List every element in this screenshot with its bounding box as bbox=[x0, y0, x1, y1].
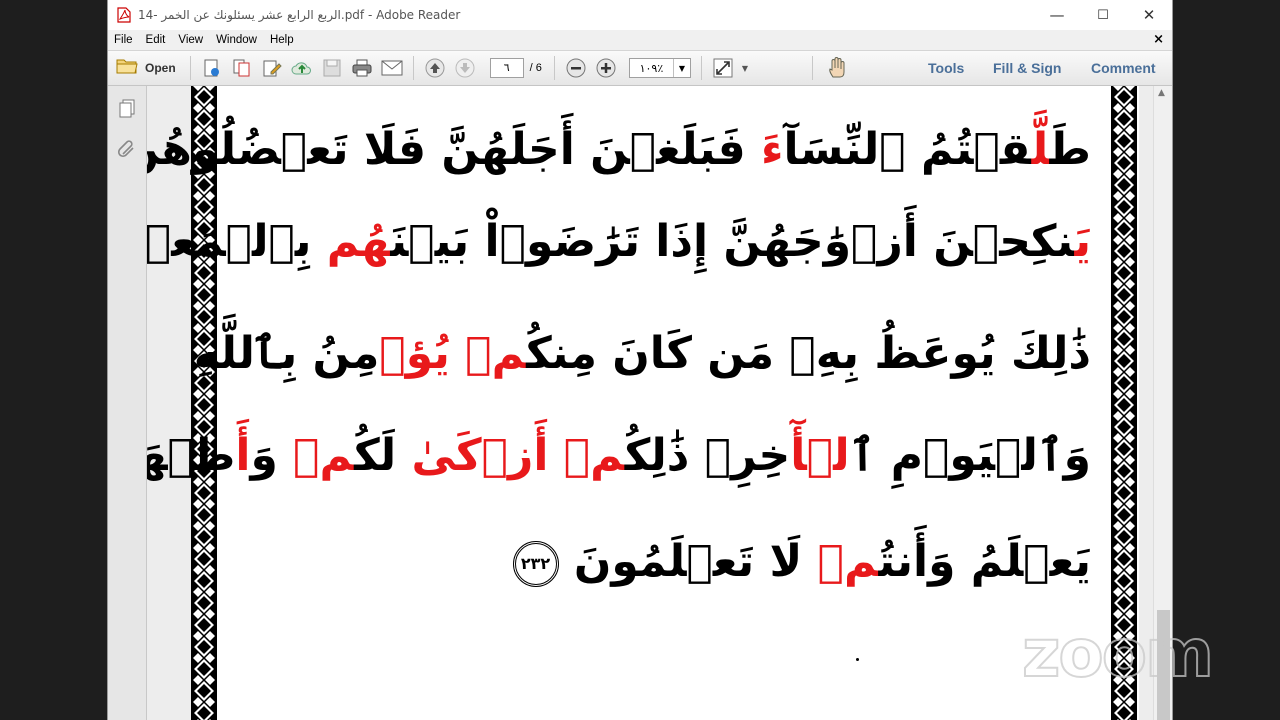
folder-icon bbox=[116, 57, 138, 79]
menu-view[interactable]: View bbox=[172, 34, 210, 46]
verse-line: طَلَّقۡتُمُ ٱلنِّسَآءَ فَبَلَغۡنَ أَجَلَ… bbox=[147, 120, 1091, 180]
tajweed-highlight: لۡأٓ bbox=[790, 430, 850, 481]
chevron-down-icon[interactable]: ▼ bbox=[672, 59, 690, 77]
zoom-value: ١٠٩٪ bbox=[639, 61, 664, 75]
tajweed-highlight: أَ bbox=[235, 430, 251, 481]
page-mark bbox=[856, 658, 859, 661]
fit-page-icon[interactable] bbox=[712, 57, 734, 79]
tajweed-highlight: أَزۡكَىٰ bbox=[411, 430, 549, 481]
fit-options-chevron-icon[interactable]: ▼ bbox=[742, 64, 748, 73]
verse-text: نكِحۡنَ أَزۡوَٰجَهُنَّ إِذَا تَرَٰضَوۡاْ… bbox=[390, 216, 1075, 267]
tajweed-highlight: ءَ bbox=[761, 124, 784, 175]
quran-text: طَلَّقۡتُمُ ٱلنِّسَآءَ فَبَلَغۡنَ أَجَلَ… bbox=[147, 86, 1091, 720]
tajweed-highlight: مۡ bbox=[817, 536, 879, 587]
verse-text: ذَٰلِكَ يُوعَظُ بِهِۦ مَن كَانَ مِنكُ bbox=[526, 328, 1091, 379]
verse-text: وَٱلۡيَوۡمِ ٱ bbox=[849, 430, 1091, 481]
tajweed-highlight: لَّ bbox=[1031, 124, 1050, 175]
verse-line: يَعۡلَمُ وَأَنتُمۡ لَا تَعۡلَمُونَ ٢٣٢ bbox=[507, 532, 1091, 592]
maximize-button[interactable]: ☐ bbox=[1080, 0, 1126, 30]
upload-icon[interactable] bbox=[291, 57, 313, 79]
page-total: / 6 bbox=[529, 62, 542, 74]
zoom-in-icon[interactable] bbox=[595, 57, 617, 79]
close-document-button[interactable]: × bbox=[1153, 32, 1164, 47]
verse-line: يَنكِحۡنَ أَزۡوَٰجَهُنَّ إِذَا تَرَٰضَوۡ… bbox=[147, 212, 1091, 272]
verse-text: فَبَلَغۡنَ أَجَلَهُنَّ فَلَا تَعۡضُلُوهُ… bbox=[147, 124, 746, 175]
hand-tool-icon[interactable] bbox=[827, 57, 849, 79]
verse-text: طَ bbox=[1049, 124, 1091, 175]
toolbar-divider bbox=[412, 56, 414, 80]
edit-icon[interactable] bbox=[261, 57, 283, 79]
verse-text: بِٱلۡمَعۡرُوفِۗ bbox=[147, 216, 312, 267]
tajweed-highlight: هُم bbox=[326, 216, 391, 267]
open-button[interactable]: Open bbox=[116, 57, 176, 79]
verse-text: لَكُ bbox=[354, 430, 412, 481]
verse-text: قۡتُمُ ٱلنِّسَآ bbox=[783, 124, 1032, 175]
decorative-border-left bbox=[191, 86, 217, 720]
tools-button[interactable]: Tools bbox=[928, 60, 964, 76]
page-number-input[interactable]: ٦ bbox=[489, 58, 524, 78]
tajweed-highlight: مۡ bbox=[563, 430, 625, 481]
toolbar-divider bbox=[812, 56, 814, 80]
tajweed-highlight: مۡ bbox=[293, 430, 355, 481]
verse-text bbox=[548, 430, 563, 481]
attachments-icon[interactable] bbox=[117, 140, 137, 160]
close-button[interactable]: ✕ bbox=[1126, 0, 1172, 30]
toolbar-divider bbox=[553, 56, 555, 80]
verse-line: وَٱلۡيَوۡمِ ٱلۡأٓخِرِۗ ذَٰلِكُمۡ أَزۡكَى… bbox=[147, 426, 1091, 486]
tajweed-highlight: مۡ bbox=[465, 328, 527, 379]
pdf-page: طَلَّقۡتُمُ ٱلنِّسَآءَ فَبَلَغۡنَ أَجَلَ… bbox=[147, 86, 1139, 720]
verse-text bbox=[450, 328, 465, 379]
toolbar-divider bbox=[700, 56, 702, 80]
ayah-number-badge: ٢٣٢ bbox=[512, 541, 559, 587]
verse-text: مِنُ بِٱللَّهِ bbox=[193, 328, 380, 379]
document-viewer[interactable]: طَلَّقۡتُمُ ٱلنِّسَآءَ فَبَلَغۡنَ أَجَلَ… bbox=[147, 86, 1153, 720]
title-bar: 14- الربع الرابع عشر يسئلونك عن الخمر.pd… bbox=[108, 0, 1172, 30]
verse-text: خِرِۗ ذَٰلِكُ bbox=[624, 430, 791, 481]
fill-sign-button[interactable]: Fill & Sign bbox=[993, 60, 1061, 76]
create-pdf-icon[interactable] bbox=[201, 57, 223, 79]
window-title: 14- الربع الرابع عشر يسئلونك عن الخمر.pd… bbox=[138, 8, 461, 22]
zoom-select[interactable]: ١٠٩٪ ▼ bbox=[628, 58, 691, 78]
zoom-out-icon[interactable] bbox=[565, 57, 587, 79]
minimize-button[interactable]: — bbox=[1034, 0, 1080, 30]
menu-edit[interactable]: Edit bbox=[140, 34, 173, 46]
comment-button[interactable]: Comment bbox=[1091, 60, 1156, 76]
navigation-panel bbox=[108, 86, 147, 720]
previous-page-icon[interactable] bbox=[424, 57, 446, 79]
next-page-icon[interactable] bbox=[454, 57, 476, 79]
menu-bar: File Edit View Window Help × bbox=[108, 30, 1172, 50]
toolbar-divider bbox=[189, 56, 191, 80]
toolbar: Open ٦ / 6 ١٠٩٪ ▼ ▼ Tools Fill & Sign Co… bbox=[108, 50, 1172, 86]
combine-icon[interactable] bbox=[231, 57, 253, 79]
menu-window[interactable]: Window bbox=[210, 34, 264, 46]
pdf-icon bbox=[116, 7, 132, 23]
verse-text: طۡهَرُۚ وَٱللَّهُ bbox=[147, 430, 236, 481]
verse-text: يَعۡلَمُ وَأَنتُ bbox=[878, 536, 1091, 587]
adobe-reader-window: 14- الربع الرابع عشر يسئلونك عن الخمر.pd… bbox=[107, 0, 1173, 720]
verse-line: ذَٰلِكَ يُوعَظُ بِهِۦ مَن كَانَ مِنكُمۡ … bbox=[194, 324, 1091, 384]
zoom-watermark: zoom bbox=[1021, 615, 1215, 692]
open-label: Open bbox=[145, 61, 176, 75]
tajweed-highlight: يُؤۡ bbox=[379, 328, 450, 379]
verse-text: لَا تَعۡلَمُونَ bbox=[573, 536, 818, 587]
print-icon[interactable] bbox=[351, 57, 373, 79]
verse-text: وَ bbox=[250, 430, 294, 481]
menu-help[interactable]: Help bbox=[264, 34, 301, 46]
menu-file[interactable]: File bbox=[108, 34, 140, 46]
pages-panel-icon[interactable] bbox=[117, 98, 137, 118]
save-icon[interactable] bbox=[321, 57, 343, 79]
tajweed-highlight: يَ bbox=[1074, 216, 1091, 267]
email-icon[interactable] bbox=[381, 57, 403, 79]
scroll-up-arrow-icon[interactable]: ▲ bbox=[1158, 88, 1165, 98]
